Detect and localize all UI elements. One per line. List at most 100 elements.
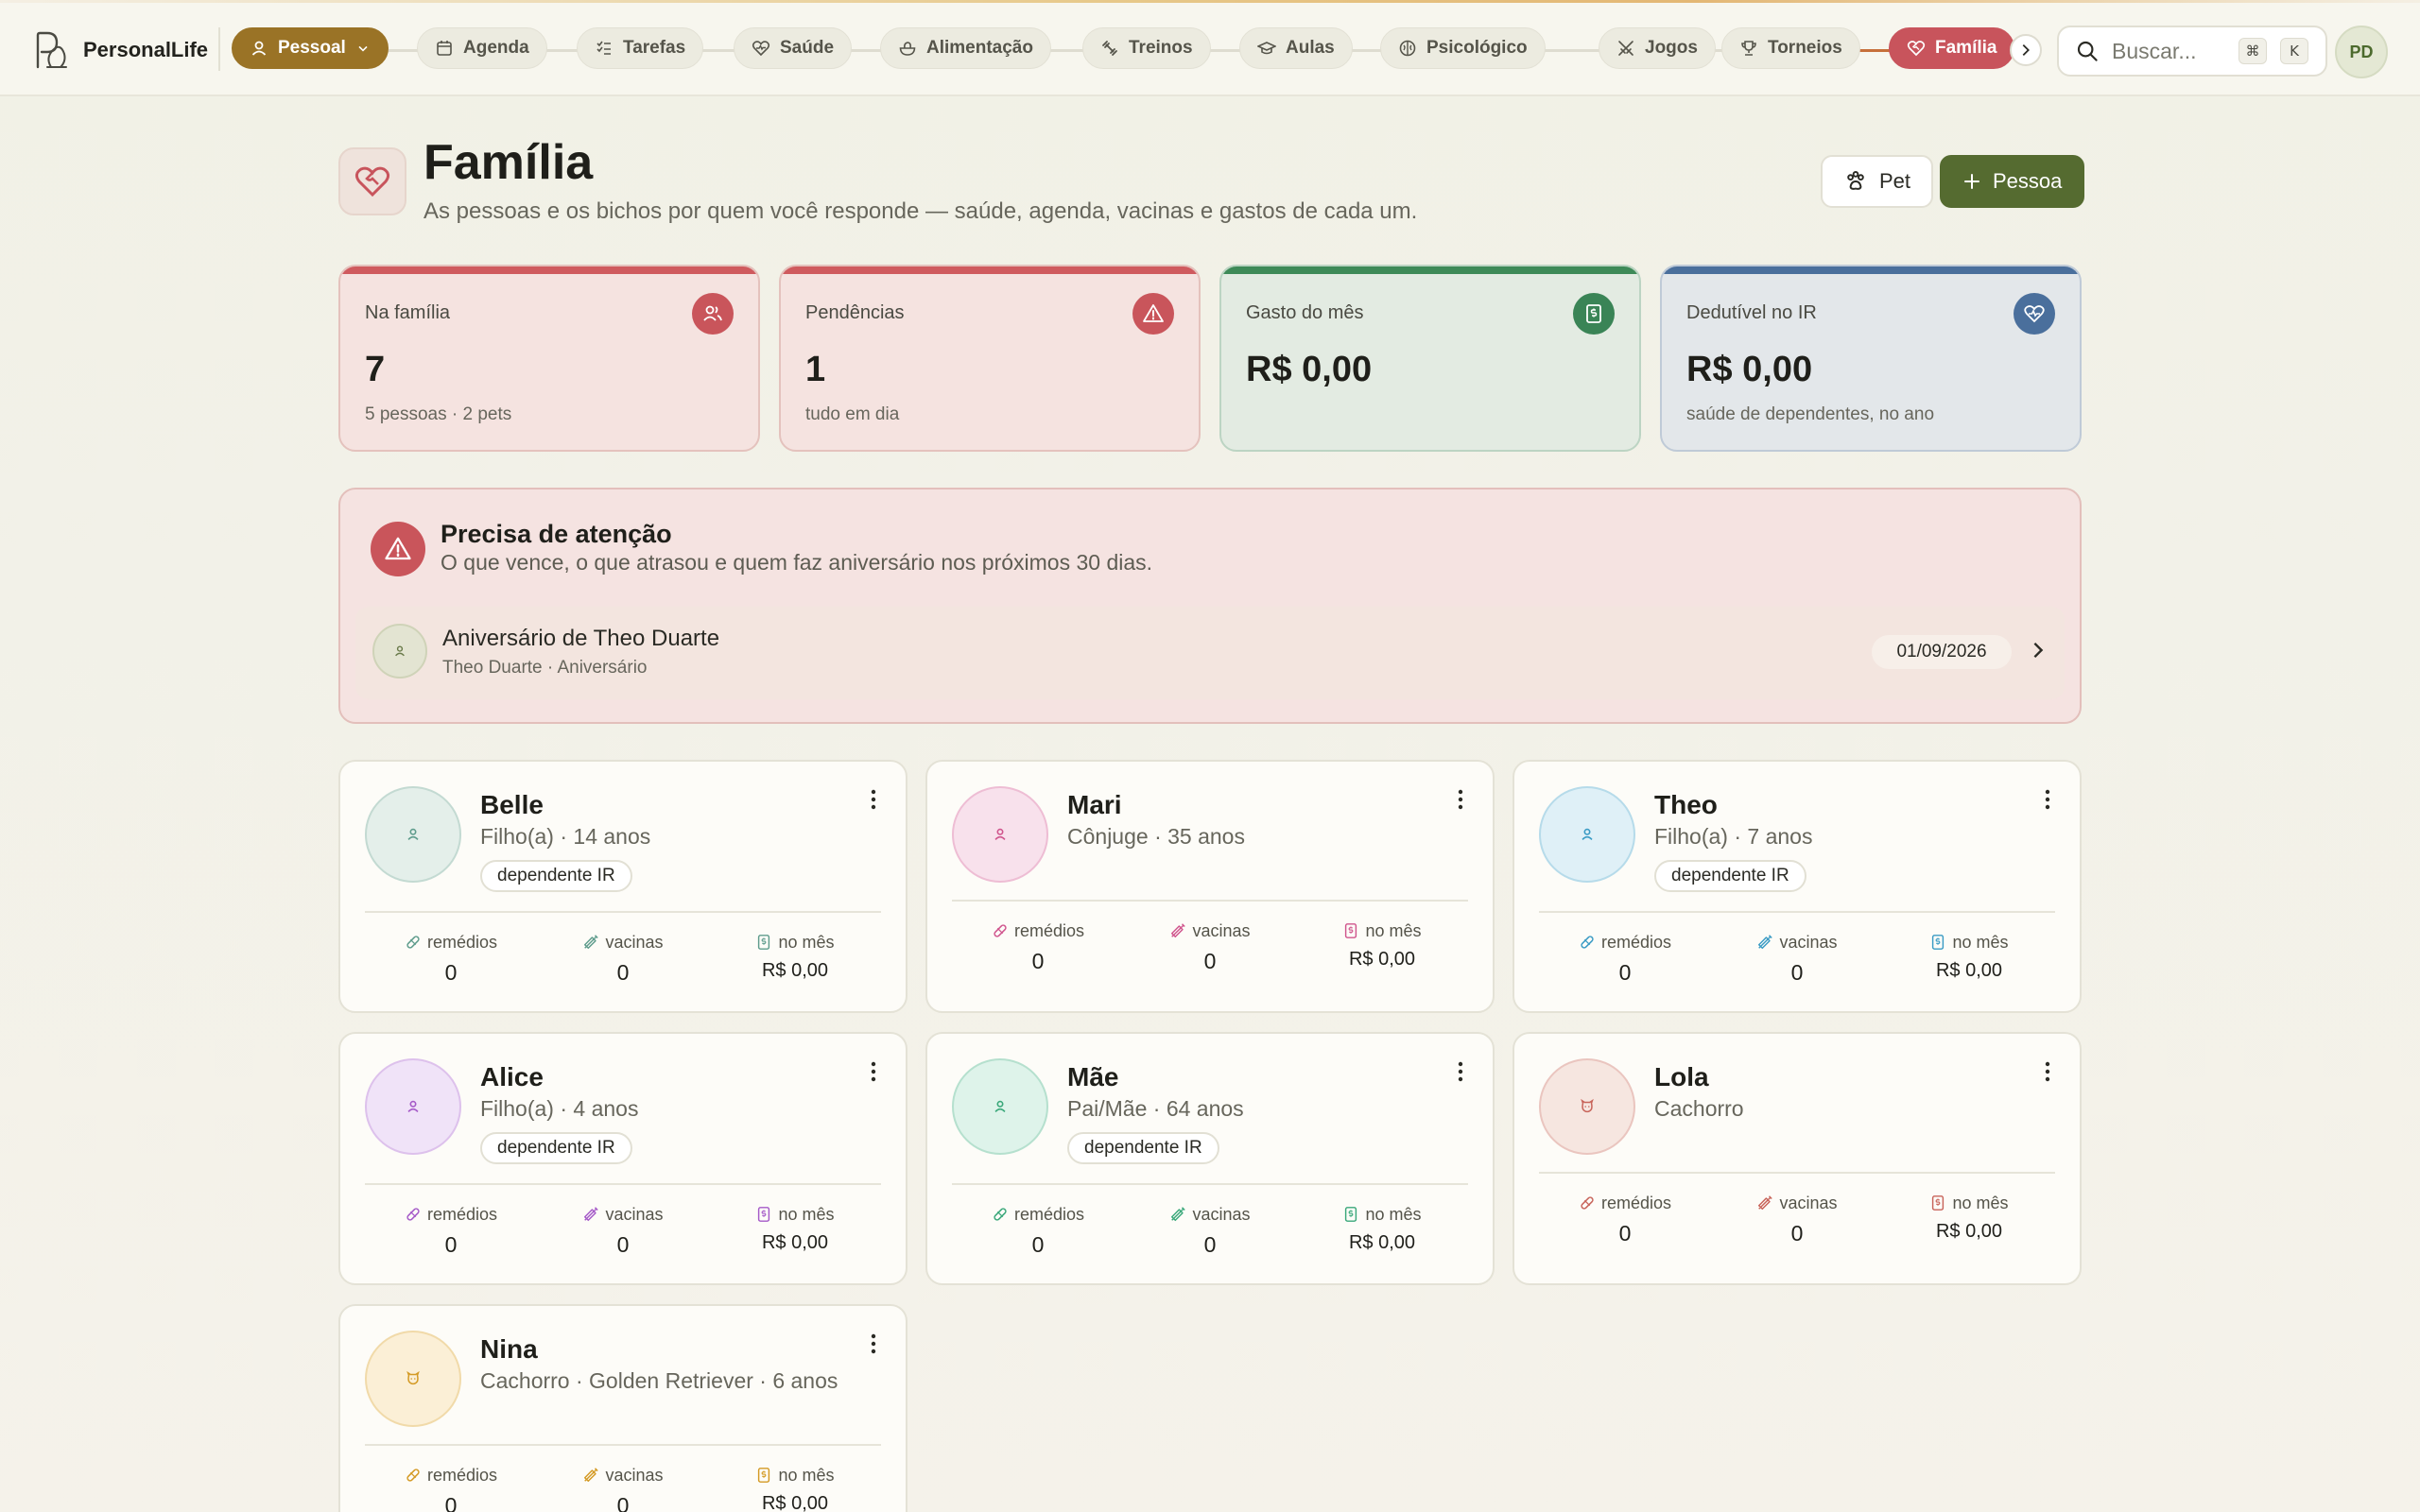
- syringe-icon: [1171, 1207, 1186, 1222]
- stat-card-pendencias: Pendências 1 tudo em dia: [779, 265, 1201, 452]
- brand-logo-icon: [36, 31, 67, 69]
- receipt-icon: [1345, 923, 1357, 938]
- attention-item-date: 01/09/2026: [1872, 635, 2012, 669]
- brain-icon: [1399, 40, 1416, 57]
- page-subtitle: As pessoas e os bichos por quem você res…: [424, 198, 1418, 224]
- more-vertical-icon[interactable]: [1453, 1058, 1468, 1085]
- nav-tab-treinos[interactable]: Treinos: [1082, 27, 1211, 69]
- heart-pulse-icon: [2014, 293, 2055, 335]
- heart-handshake-icon: [1907, 41, 1926, 57]
- metric-month: no mês R$ 0,00: [709, 1463, 881, 1512]
- nav-tab-jogos[interactable]: Jogos: [1599, 27, 1716, 69]
- add-person-button[interactable]: Pessoa: [1940, 155, 2085, 208]
- metric-month: no mês R$ 0,00: [1883, 930, 2055, 986]
- paw-icon: [1847, 171, 1864, 190]
- nav-tab-aulas[interactable]: Aulas: [1239, 27, 1353, 69]
- member-card[interactable]: Mãe Pai/Mãe · 64 anos dependente IR remé…: [925, 1032, 1495, 1285]
- member-metrics: remédios 0 vacinas 0 no mês R$ 0,00: [365, 930, 881, 986]
- add-pet-button[interactable]: Pet: [1821, 155, 1934, 208]
- card-divider: [365, 911, 881, 913]
- syringe-icon: [1171, 923, 1186, 938]
- metric-meds: remédios 0: [365, 1202, 537, 1258]
- member-name: Theo: [1654, 790, 1718, 819]
- card-divider: [952, 900, 1468, 902]
- pill-icon: [1581, 936, 1594, 949]
- member-card[interactable]: Nina Cachorro · Golden Retriever · 6 ano…: [338, 1304, 908, 1512]
- attention-item[interactable]: Aniversário de Theo Duarte Theo Duarte ·…: [355, 607, 2065, 699]
- pill-icon: [406, 1208, 420, 1221]
- metric-meds: remédios 0: [365, 1463, 537, 1512]
- metric-month: no mês R$ 0,00: [709, 930, 881, 986]
- brand[interactable]: PersonalLife: [32, 29, 208, 71]
- person-avatar: [372, 624, 427, 679]
- salad-icon: [899, 42, 916, 56]
- more-vertical-icon[interactable]: [866, 1331, 881, 1357]
- stat-card-gasto-mes: Gasto do mês R$ 0,00: [1219, 265, 1641, 452]
- stat-card-na-familia: Na família 7 5 pessoas · 2 pets: [338, 265, 760, 452]
- dog-icon: [406, 1370, 420, 1385]
- receipt-icon: [1573, 293, 1615, 335]
- member-avatar: [365, 786, 461, 883]
- user-icon: [1582, 828, 1593, 840]
- receipt-icon: [1932, 935, 1945, 950]
- metric-vaccines: vacinas 0: [537, 1202, 709, 1258]
- member-name: Nina: [480, 1334, 538, 1364]
- nav-tab-agenda[interactable]: Agenda: [417, 27, 547, 69]
- user-icon: [994, 828, 1006, 840]
- card-divider: [1539, 911, 2055, 913]
- nav-tab-familia[interactable]: Família: [1889, 27, 2015, 69]
- dumbbell-icon: [1102, 41, 1117, 56]
- member-card[interactable]: Lola Cachorro remédios 0 vacinas 0 no mê…: [1512, 1032, 2082, 1285]
- member-metrics: remédios 0 vacinas 0 no mês R$ 0,00: [1539, 1191, 2055, 1246]
- metric-vaccines: vacinas 0: [1124, 1202, 1296, 1258]
- users-icon: [692, 293, 734, 335]
- member-meta: Filho(a) · 14 anos: [480, 824, 651, 849]
- member-avatar: [1539, 786, 1635, 883]
- heart-pulse-icon: [752, 41, 770, 57]
- more-vertical-icon[interactable]: [1453, 786, 1468, 813]
- metric-vaccines: vacinas 0: [1124, 919, 1296, 974]
- user-avatar[interactable]: PD: [2335, 26, 2388, 78]
- pill-icon: [1581, 1196, 1594, 1210]
- search-input[interactable]: Buscar... ⌘ K: [2057, 26, 2327, 77]
- more-vertical-icon[interactable]: [2040, 1058, 2055, 1085]
- metric-meds: remédios 0: [1539, 930, 1711, 986]
- member-meta: Cachorro · Golden Retriever · 6 anos: [480, 1368, 838, 1393]
- syringe-icon: [1758, 935, 1773, 950]
- member-avatar: [365, 1058, 461, 1155]
- nav-tab-torneios[interactable]: Torneios: [1721, 27, 1860, 69]
- dependent-tag: dependente IR: [1654, 860, 1806, 892]
- more-vertical-icon[interactable]: [2040, 786, 2055, 813]
- shortcut-key-cmd: ⌘: [2238, 38, 2267, 64]
- member-meta: Cachorro: [1654, 1096, 1744, 1121]
- metric-month: no mês R$ 0,00: [1296, 919, 1468, 974]
- nav-tab-psicologico[interactable]: Psicológico: [1380, 27, 1546, 69]
- nav-primary-label: Pessoal: [278, 38, 346, 58]
- member-card[interactable]: Theo Filho(a) · 7 anos dependente IR rem…: [1512, 760, 2082, 1013]
- metric-month: no mês R$ 0,00: [709, 1202, 881, 1258]
- more-vertical-icon[interactable]: [866, 786, 881, 813]
- metric-month: no mês R$ 0,00: [1883, 1191, 2055, 1246]
- more-vertical-icon[interactable]: [866, 1058, 881, 1085]
- metric-meds: remédios 0: [365, 930, 537, 986]
- member-name: Alice: [480, 1062, 544, 1091]
- heart-handshake-icon: [354, 166, 390, 198]
- nav-scroll-right-button[interactable]: [2010, 34, 2042, 66]
- member-card[interactable]: Mari Cônjuge · 35 anos remédios 0 vacina…: [925, 760, 1495, 1013]
- nav-primary-dropdown[interactable]: Pessoal: [232, 27, 389, 69]
- nav-tab-saude[interactable]: Saúde: [734, 27, 853, 69]
- plus-icon: [1964, 174, 1979, 189]
- pill-icon: [994, 924, 1007, 937]
- member-metrics: remédios 0 vacinas 0 no mês R$ 0,00: [365, 1463, 881, 1512]
- member-name: Mãe: [1067, 1062, 1119, 1091]
- member-metrics: remédios 0 vacinas 0 no mês R$ 0,00: [365, 1202, 881, 1258]
- member-metrics: remédios 0 vacinas 0 no mês R$ 0,00: [952, 1202, 1468, 1258]
- chevron-right-icon: [2022, 43, 2030, 57]
- attention-item-title: Aniversário de Theo Duarte: [442, 626, 720, 651]
- nav-tab-tarefas[interactable]: Tarefas: [577, 27, 704, 69]
- member-card[interactable]: Alice Filho(a) · 4 anos dependente IR re…: [338, 1032, 908, 1285]
- pill-icon: [406, 936, 420, 949]
- member-card[interactable]: Belle Filho(a) · 14 anos dependente IR r…: [338, 760, 908, 1013]
- nav-tab-alimentacao[interactable]: Alimentação: [880, 27, 1051, 69]
- member-avatar: [952, 786, 1048, 883]
